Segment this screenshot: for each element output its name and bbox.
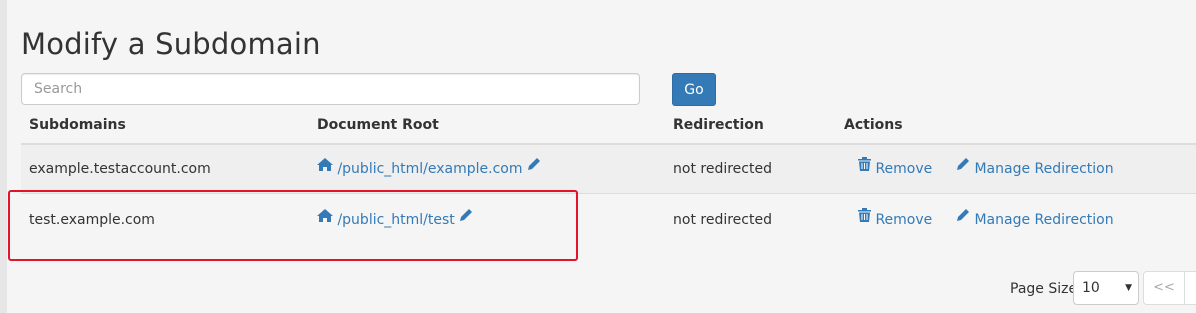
remove-action[interactable]: Remove xyxy=(858,196,932,244)
column-header-document-root[interactable]: Document Root xyxy=(317,117,439,133)
column-header-actions: Actions xyxy=(844,117,903,133)
trash-icon xyxy=(858,194,871,242)
column-header-redirection[interactable]: Redirection xyxy=(673,117,764,133)
page-size-select[interactable]: 10 ▼ xyxy=(1073,271,1139,305)
page-size-label: Page Size xyxy=(1010,281,1078,297)
redirection-cell: not redirected xyxy=(673,161,772,177)
search-input[interactable] xyxy=(21,73,640,105)
manage-redirection-action[interactable]: Manage Redirection xyxy=(956,196,1114,244)
remove-action[interactable]: Remove xyxy=(858,145,932,193)
manage-redirection-link[interactable]: Manage Redirection xyxy=(974,161,1113,177)
prev-page-button[interactable] xyxy=(1184,271,1196,305)
document-root-link[interactable]: /public_html/example.com xyxy=(317,145,541,193)
remove-link[interactable]: Remove xyxy=(875,161,932,177)
first-page-button[interactable]: << xyxy=(1143,271,1185,305)
manage-redirection-link[interactable]: Manage Redirection xyxy=(974,212,1113,228)
caret-down-icon: ▼ xyxy=(1125,283,1132,293)
pencil-icon[interactable] xyxy=(527,143,541,191)
manage-redirection-action[interactable]: Manage Redirection xyxy=(956,145,1114,193)
pencil-icon xyxy=(956,194,970,242)
redirection-cell: not redirected xyxy=(673,212,772,228)
highlight-box xyxy=(8,190,578,261)
page-size-value: 10 xyxy=(1082,280,1100,296)
page-title: Modify a Subdomain xyxy=(21,27,321,61)
go-button[interactable]: Go xyxy=(672,73,716,106)
trash-icon xyxy=(858,143,871,191)
column-header-subdomains[interactable]: Subdomains xyxy=(29,117,126,133)
home-icon xyxy=(317,143,333,191)
pencil-icon xyxy=(956,143,970,191)
remove-link[interactable]: Remove xyxy=(875,212,932,228)
subdomain-cell: example.testaccount.com xyxy=(29,161,211,177)
table-row: example.testaccount.com /public_html/exa… xyxy=(21,145,1196,194)
document-root-path[interactable]: /public_html/example.com xyxy=(337,161,522,177)
left-border xyxy=(0,0,7,313)
